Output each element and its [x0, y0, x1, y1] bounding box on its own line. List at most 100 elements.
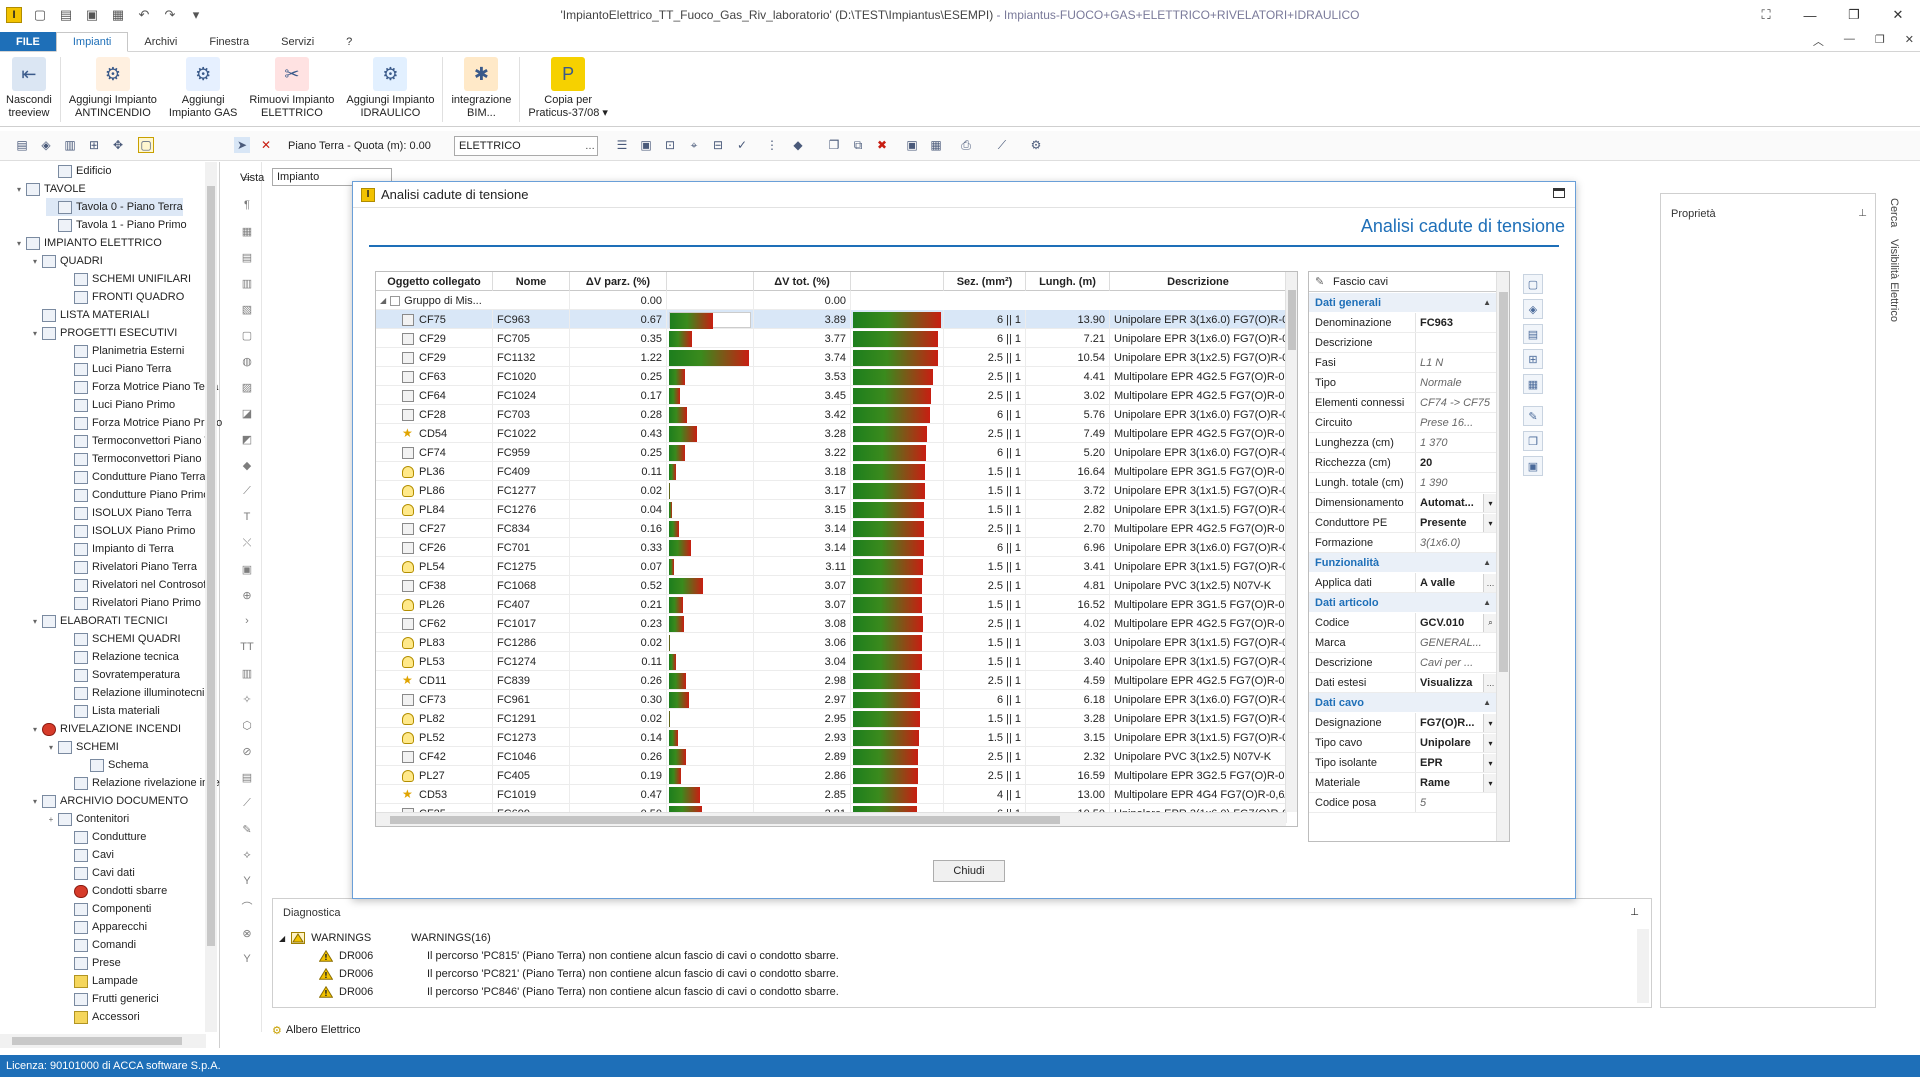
tree-item[interactable]: Termoconvettori Piano Pr — [62, 450, 216, 468]
tool-legend-icon[interactable]: ▤ — [239, 770, 255, 784]
tool-lines-icon[interactable]: ☰ — [614, 137, 630, 153]
tool-spark-icon[interactable]: ✧ — [239, 692, 255, 706]
section-collapse-icon[interactable]: ▲ — [1483, 698, 1491, 707]
tool-copy-icon[interactable]: ❐ — [826, 137, 842, 153]
side-tool-table-icon[interactable]: ▦ — [1523, 374, 1543, 394]
property-dropdown-button[interactable]: ▾ — [1483, 754, 1497, 772]
property-value[interactable]: 1 370 — [1416, 433, 1497, 452]
tool-list-icon[interactable]: ▤ — [239, 250, 255, 264]
tool-polyline-icon[interactable]: ⟋ — [239, 796, 255, 810]
property-row[interactable]: Tipo Normale — [1309, 373, 1497, 393]
table-row[interactable]: CF26 FC701 0.33 3.14 6 || 1 6.96 Unipolare EPR… — [376, 538, 1287, 557]
tree-item[interactable]: Relazione illuminotecnica — [62, 684, 216, 702]
table-row[interactable]: PL36 FC409 0.11 3.18 1.5 || 1 16.64 Multipolar… — [376, 462, 1287, 481]
table-row[interactable]: CF63 FC1020 0.25 3.53 2.5 || 1 4.41 Multipolar… — [376, 367, 1287, 386]
ribbon-tab[interactable]: FILE — [0, 32, 56, 51]
tool-pencil-icon[interactable]: ✎ — [239, 822, 255, 836]
property-row[interactable]: Elementi connessi CF74 -> CF75 — [1309, 393, 1497, 413]
tool-snap-icon[interactable]: ⌖ — [686, 137, 702, 153]
property-value[interactable]: 5 — [1416, 793, 1497, 812]
tree-item[interactable]: Comandi — [62, 936, 136, 954]
property-value[interactable]: Rame — [1416, 773, 1483, 792]
property-row[interactable]: Applica dati A valle… — [1309, 573, 1497, 593]
tree-horizontal-scrollbar[interactable] — [0, 1034, 206, 1048]
tool-options-icon[interactable]: ⚙ — [1028, 137, 1044, 153]
undo-icon[interactable]: ↶ — [136, 7, 152, 23]
minimize-button[interactable]: — — [1788, 0, 1832, 30]
side-tab[interactable]: Cerca — [1888, 198, 1900, 227]
doc-close-icon[interactable]: ✕ — [1905, 33, 1914, 49]
group-collapse-icon[interactable]: ◢ — [380, 296, 386, 305]
tool-junction-icon[interactable]: Y — [239, 874, 255, 888]
table-row[interactable]: PL26 FC407 0.21 3.07 1.5 || 1 16.52 Multipolar… — [376, 595, 1287, 614]
tree-expander-icon[interactable]: ▾ — [30, 257, 40, 266]
warning-row[interactable]: ! DR006 Il percorso 'PC846' (Piano Terra) … — [319, 983, 839, 1001]
tool-font-icon[interactable]: TT — [239, 640, 255, 654]
property-row[interactable]: Conduttore PE Presente ▾ — [1309, 513, 1497, 533]
ribbon-tab[interactable]: ? — [330, 32, 368, 51]
pin-icon[interactable]: ⊥ — [1858, 208, 1867, 219]
property-section[interactable]: Dati generali ▲ — [1309, 293, 1497, 312]
tool-cross-icon[interactable]: ⤬ — [239, 536, 255, 550]
tree-item[interactable]: Cavi dati — [62, 864, 135, 882]
column-header[interactable]: Sez. (mm²) — [944, 272, 1026, 291]
property-value[interactable]: GCV.010 — [1416, 613, 1483, 632]
ribbon-button[interactable]: ⚙ Aggiungi Impianto GAS — [163, 53, 243, 126]
tool-multi-icon[interactable]: ⧉ — [850, 137, 866, 153]
property-value[interactable]: Cavi per ... — [1416, 653, 1497, 672]
tree-item[interactable]: Lampade — [62, 972, 138, 990]
tree-item[interactable]: FRONTI QUADRO — [62, 288, 184, 306]
tree-item[interactable]: Lista materiali — [62, 702, 160, 720]
group-row[interactable]: ◢ Gruppo di Mis... 0.00 0.00 — [376, 291, 851, 310]
tool-grid-icon[interactable]: ⋮ — [764, 137, 780, 153]
tree-item[interactable]: ISOLUX Piano Primo — [62, 522, 195, 540]
ribbon-button[interactable]: ⚙ Aggiungi Impianto IDRAULICO — [340, 53, 440, 126]
property-value[interactable]: 1 390 — [1416, 473, 1497, 492]
tree-vertical-scrollbar[interactable] — [205, 162, 217, 1032]
tool-line-icon[interactable]: ⟋ — [239, 484, 255, 498]
property-value[interactable]: CF74 -> CF75 — [1416, 393, 1497, 412]
property-row[interactable]: Lungh. totale (cm) 1 390 — [1309, 473, 1497, 493]
tool-measure-icon[interactable]: ⟋ — [994, 137, 1010, 153]
property-row[interactable]: Tipo cavo Unipolare ▾ — [1309, 733, 1497, 753]
tree-item[interactable]: Schema — [78, 756, 148, 774]
tree-item[interactable]: Edificio — [46, 162, 111, 180]
column-header[interactable] — [667, 272, 754, 291]
property-value[interactable] — [1416, 333, 1497, 352]
collapse-warnings-icon[interactable]: ◢ — [279, 934, 285, 943]
clipboard-icon[interactable]: ▥ — [62, 137, 78, 153]
collapse-ribbon-icon[interactable]: ︿ — [1813, 33, 1824, 49]
warnings-group-row[interactable]: ◢ WARNINGS WARNINGS(16) — [279, 929, 491, 947]
tool-split-icon[interactable]: ◪ — [239, 406, 255, 420]
tree-item[interactable]: Forza Motrice Piano Terra — [62, 378, 218, 396]
property-dropdown-button[interactable]: … — [1483, 574, 1497, 592]
table-row[interactable]: PL53 FC1274 0.11 3.04 1.5 || 1 3.40 Unipolare … — [376, 652, 1287, 671]
property-value[interactable]: FC963 — [1416, 313, 1497, 332]
property-value[interactable]: Unipolare — [1416, 733, 1483, 752]
new-file-icon[interactable]: ▢ — [32, 7, 48, 23]
property-row[interactable]: Fasi L1 N — [1309, 353, 1497, 373]
tree-item[interactable]: SCHEMI UNIFILARI — [62, 270, 191, 288]
column-header[interactable]: Lungh. (m) — [1026, 272, 1110, 291]
table-row[interactable]: ★ CD54 FC1022 0.43 3.28 2.5 || 1 7.49 Multipola… — [376, 424, 1287, 443]
tool-pattern-icon[interactable]: ▨ — [239, 380, 255, 394]
tree-item[interactable]: ▾ RIVELAZIONE INCENDI — [30, 720, 181, 738]
property-row[interactable]: Materiale Rame ▾ — [1309, 773, 1497, 793]
tree-item[interactable]: ISOLUX Piano Terra — [62, 504, 191, 522]
tree-item[interactable]: Componenti — [62, 900, 151, 918]
column-header[interactable]: Descrizione — [1110, 272, 1287, 291]
column-header[interactable] — [851, 272, 944, 291]
tool-hex-icon[interactable]: ⬡ — [239, 718, 255, 732]
layers-icon[interactable]: ◈ — [38, 137, 54, 153]
fullscreen-icon[interactable]: ⛶ — [1744, 0, 1788, 30]
property-grid-scrollbar[interactable] — [1496, 272, 1509, 841]
close-button[interactable]: Chiudi — [933, 860, 1005, 882]
property-dropdown-button[interactable]: ▾ — [1483, 774, 1497, 792]
property-value[interactable]: EPR — [1416, 753, 1483, 772]
ribbon-button[interactable]: ✂ Rimuovi Impianto ELETTRICO — [243, 53, 340, 126]
tree-expander-icon[interactable]: ▾ — [30, 797, 40, 806]
tool-arc-icon[interactable]: ⌒ — [239, 900, 255, 914]
side-tool-layers-icon[interactable]: ◈ — [1523, 299, 1543, 319]
property-row[interactable]: Circuito Prese 16... — [1309, 413, 1497, 433]
tool-ban-icon[interactable]: ⊘ — [239, 744, 255, 758]
